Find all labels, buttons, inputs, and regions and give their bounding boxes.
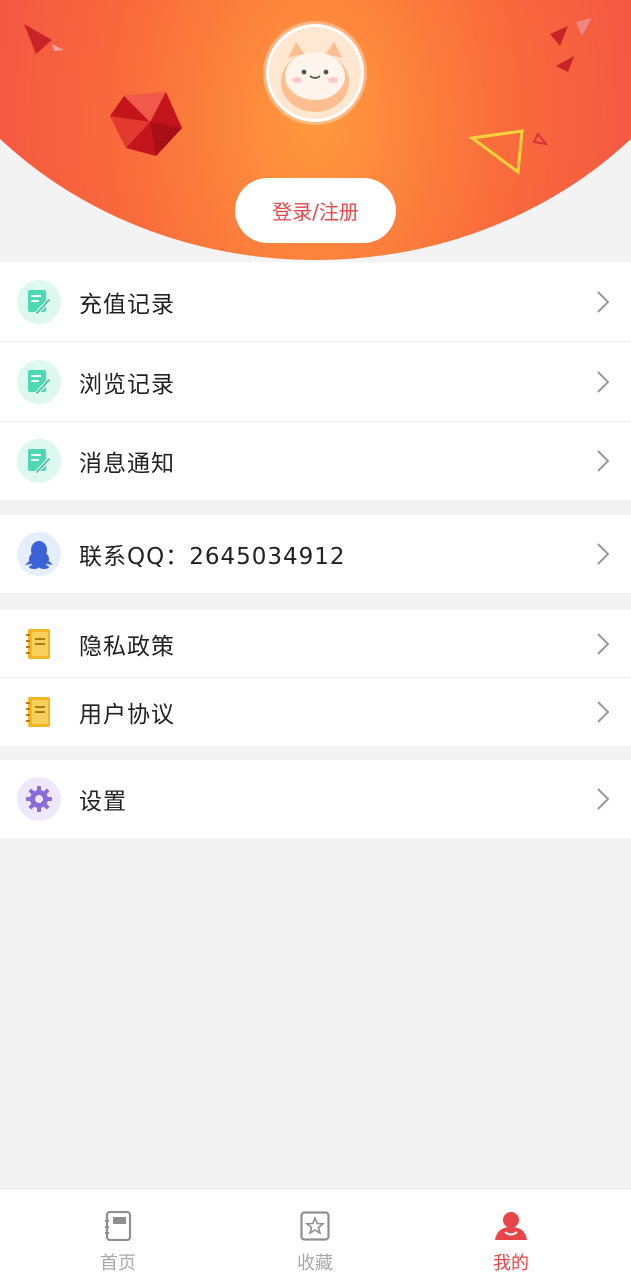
chevron-right-icon bbox=[597, 788, 610, 810]
paper-plane-decoration-icon bbox=[550, 18, 592, 72]
settings-label: 设置 bbox=[79, 789, 127, 815]
user-icon bbox=[494, 1209, 528, 1243]
user-agreement-item[interactable]: 用户协议 bbox=[0, 678, 631, 746]
edit-note-icon bbox=[17, 439, 61, 483]
settings-group: 设置 bbox=[0, 760, 631, 838]
cat-avatar-icon bbox=[269, 27, 361, 119]
chevron-right-icon bbox=[597, 291, 610, 313]
recharge-record-item[interactable]: 充值记录 bbox=[0, 262, 631, 342]
privacy-policy-item[interactable]: 隐私政策 bbox=[0, 610, 631, 678]
tab-home-label: 首页 bbox=[100, 1253, 136, 1274]
notebook-icon bbox=[17, 690, 61, 734]
login-register-button[interactable]: 登录/注册 bbox=[235, 178, 396, 243]
browse-record-label: 浏览记录 bbox=[79, 372, 175, 398]
user-agreement-label: 用户协议 bbox=[79, 702, 175, 728]
chevron-right-icon bbox=[597, 701, 610, 723]
contact-group: 联系QQ：2645034912 bbox=[0, 515, 631, 593]
chevron-right-icon bbox=[597, 543, 610, 565]
qq-penguin-icon bbox=[17, 532, 61, 576]
settings-item[interactable]: 设置 bbox=[0, 760, 631, 838]
paper-plane-decoration-icon bbox=[24, 24, 64, 54]
gear-icon bbox=[17, 777, 61, 821]
tab-home[interactable]: 首页 bbox=[13, 1189, 223, 1280]
privacy-policy-label: 隐私政策 bbox=[79, 634, 175, 660]
star-box-icon bbox=[300, 1209, 330, 1243]
avatar[interactable] bbox=[266, 24, 364, 122]
message-notice-item[interactable]: 消息通知 bbox=[0, 422, 631, 500]
notebook-icon bbox=[17, 622, 61, 666]
edit-note-icon bbox=[17, 360, 61, 404]
tab-favorites[interactable]: 收藏 bbox=[210, 1189, 420, 1280]
chevron-right-icon bbox=[597, 450, 610, 472]
contact-qq-item[interactable]: 联系QQ：2645034912 bbox=[0, 515, 631, 593]
gem-decoration-icon bbox=[110, 92, 182, 156]
tab-mine[interactable]: 我的 bbox=[406, 1189, 616, 1280]
profile-header: 登录/注册 bbox=[0, 0, 631, 270]
chevron-right-icon bbox=[597, 633, 610, 655]
triangle-outline-decoration-icon bbox=[468, 129, 549, 175]
records-group: 充值记录 浏览记录 消息通知 bbox=[0, 262, 631, 500]
tab-favorites-label: 收藏 bbox=[297, 1253, 333, 1274]
edit-note-icon bbox=[17, 280, 61, 324]
chevron-right-icon bbox=[597, 371, 610, 393]
contact-qq-label: 联系QQ：2645034912 bbox=[79, 544, 346, 570]
tab-mine-label: 我的 bbox=[493, 1253, 529, 1274]
browse-record-item[interactable]: 浏览记录 bbox=[0, 342, 631, 422]
recharge-record-label: 充值记录 bbox=[79, 292, 175, 318]
policy-group: 隐私政策 用户协议 bbox=[0, 610, 631, 746]
bottom-tab-bar: 首页 收藏 我的 bbox=[0, 1188, 631, 1280]
message-notice-label: 消息通知 bbox=[79, 451, 175, 477]
book-icon bbox=[104, 1209, 132, 1243]
